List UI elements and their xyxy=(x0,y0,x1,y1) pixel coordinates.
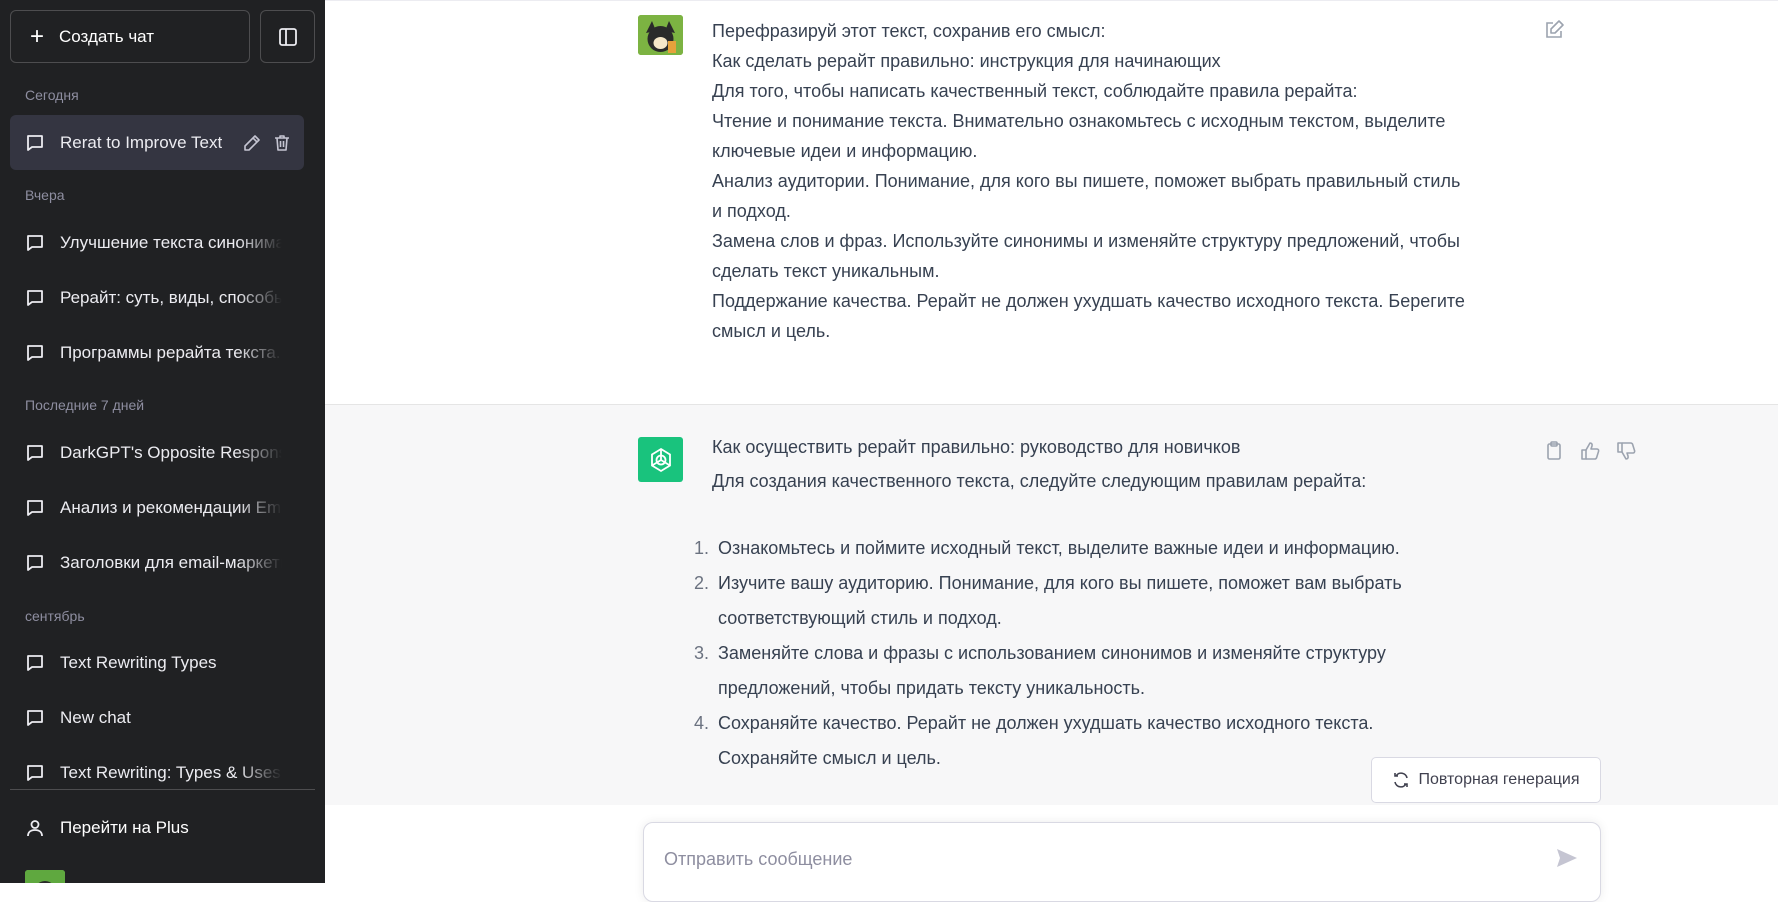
delete-chat-icon[interactable] xyxy=(272,133,292,153)
section-september: сентябрь xyxy=(25,608,85,624)
chat-item[interactable]: Заголовки для email-маркетинга xyxy=(10,535,304,590)
list-line: Ознакомьтесь и поймите исходный текст, в… xyxy=(718,538,1400,558)
user-line: Замена слов и фраз. Используйте синонимы… xyxy=(712,231,1460,251)
list-line: Сохраняйте смысл и цель. xyxy=(718,748,941,768)
chat-bubble-icon xyxy=(27,234,43,251)
chat-bubble-icon xyxy=(27,134,43,151)
list-line: Сохраняйте качество. Рерайт не должен ух… xyxy=(718,713,1374,733)
user-avatar[interactable] xyxy=(25,870,65,883)
chatgpt-avatar xyxy=(638,437,683,482)
sidebar-divider xyxy=(10,789,315,790)
list-item: 4. Сохраняйте качество. Рерайт не должен… xyxy=(687,706,1487,776)
user-line: Анализ аудитории. Понимание, для кого вы… xyxy=(712,171,1461,191)
user-icon xyxy=(27,819,43,836)
chat-bubble-icon xyxy=(27,499,43,516)
chat-item-label: Text Rewriting Types xyxy=(60,652,217,672)
message-input-box xyxy=(643,822,1601,902)
list-number: 1. xyxy=(693,538,709,558)
copy-icon[interactable] xyxy=(1543,440,1565,462)
chat-item-label: Анализ и рекомендации Email xyxy=(60,497,282,517)
chat-item-label: Программы рерайта текста. xyxy=(60,342,281,362)
thumbs-down-icon[interactable] xyxy=(1615,440,1637,462)
new-chat-label: Создать чат xyxy=(59,26,155,46)
chat-bubble-icon xyxy=(27,709,43,726)
user-line: Как сделать рерайт правильно: инструкция… xyxy=(712,51,1221,71)
thumbs-up-icon[interactable] xyxy=(1579,440,1601,462)
user-line: Для того, чтобы написать качественный те… xyxy=(712,81,1358,101)
toggle-sidebar-button[interactable] xyxy=(260,10,315,63)
message-actions xyxy=(1543,440,1637,462)
regenerate-button[interactable]: Повторная генерация xyxy=(1371,757,1601,803)
user-line: ключевые идеи и информацию. xyxy=(712,141,978,161)
list-line: Заменяйте слова и фразы с использованием… xyxy=(718,643,1386,663)
chat-bubble-icon xyxy=(27,764,43,781)
openai-logo-icon xyxy=(650,447,671,472)
upgrade-plus-button[interactable]: Перейти на Plus xyxy=(10,800,304,855)
section-last-7-days: Последние 7 дней xyxy=(25,397,145,413)
upgrade-plus-label: Перейти на Plus xyxy=(60,817,189,837)
list-number: 2. xyxy=(693,573,709,593)
assistant-intro: Для создания качественного текста, следу… xyxy=(712,471,1367,491)
chat-item-label: Улучшение текста синонимами xyxy=(60,232,282,252)
chat-item[interactable]: DarkGPT's Opposite Response xyxy=(10,425,304,480)
new-chat-button[interactable]: + Создать чат xyxy=(10,10,250,63)
chat-item[interactable]: New chat xyxy=(10,690,304,745)
send-icon[interactable] xyxy=(1554,845,1580,871)
chat-bubble-icon xyxy=(27,444,43,461)
list-line: Изучите вашу аудиторию. Понимание, для к… xyxy=(718,573,1402,593)
chat-bubble-icon xyxy=(27,344,43,361)
message-input[interactable] xyxy=(662,843,1526,875)
chat-item-label: DarkGPT's Opposite Response xyxy=(60,442,282,462)
list-line: соответствующий стиль и подход. xyxy=(718,608,1002,628)
chat-main: Перефразируй этот текст, сохранив его см… xyxy=(325,0,1778,902)
chat-item-label: Rerat to Improve Text xyxy=(60,132,223,152)
section-yesterday: Вчера xyxy=(25,187,65,203)
assistant-title: Как осуществить рерайт правильно: руково… xyxy=(712,437,1241,457)
chat-item-label: New chat xyxy=(60,707,131,727)
regenerate-label: Повторная генерация xyxy=(1418,771,1580,788)
assistant-message: Как осуществить рерайт правильно: руково… xyxy=(325,404,1778,805)
user-message: Перефразируй этот текст, сохранив его см… xyxy=(325,0,1778,404)
list-line: предложений, чтобы придать тексту уникал… xyxy=(718,678,1146,698)
plus-icon: + xyxy=(29,22,44,50)
list-item: 1. Ознакомьтесь и поймите исходный текст… xyxy=(687,531,1487,566)
user-line: смысл и цель. xyxy=(712,321,831,341)
list-number: 3. xyxy=(693,643,709,663)
list-item: 3. Заменяйте слова и фразы с использован… xyxy=(687,636,1487,706)
chat-item-label: Рерайт: суть, виды, способы xyxy=(60,287,282,307)
chat-item-label: Text Rewriting: Types & Uses xyxy=(60,762,281,782)
edit-message-icon[interactable] xyxy=(1543,19,1565,41)
user-line: Поддержание качества. Рерайт не должен у… xyxy=(712,291,1465,311)
sidebar-toggle-icon xyxy=(278,27,297,46)
user-line: Перефразируй этот текст, сохранив его см… xyxy=(712,21,1106,41)
rename-chat-icon[interactable] xyxy=(242,133,262,153)
chat-item-active[interactable]: Rerat to Improve Text xyxy=(10,115,304,170)
user-line: Чтение и понимание текста. Внимательно о… xyxy=(712,111,1446,131)
refresh-icon xyxy=(1394,772,1409,788)
section-today: Сегодня xyxy=(25,87,79,103)
chat-item-label: Заголовки для email-маркетинга xyxy=(60,552,282,572)
user-message-text: Перефразируй этот текст, сохранив его см… xyxy=(712,16,1542,346)
chat-item[interactable]: Text Rewriting Types xyxy=(10,635,304,690)
user-line: сделать текст уникальным. xyxy=(712,261,940,281)
chat-bubble-icon xyxy=(27,554,43,571)
user-avatar xyxy=(638,15,683,55)
chat-item[interactable]: Анализ и рекомендации Email xyxy=(10,480,304,535)
user-line: и подход. xyxy=(712,201,791,221)
chat-item[interactable]: Рерайт: суть, виды, способы xyxy=(10,270,304,325)
chat-item[interactable]: Программы рерайта текста. xyxy=(10,325,304,380)
chat-item[interactable]: Улучшение текста синонимами xyxy=(10,215,304,270)
assistant-list: 1. Ознакомьтесь и поймите исходный текст… xyxy=(687,531,1487,776)
list-item: 2. Изучите вашу аудиторию. Понимание, дл… xyxy=(687,566,1487,636)
chat-bubble-icon xyxy=(27,654,43,671)
chat-bubble-icon xyxy=(27,289,43,306)
list-number: 4. xyxy=(693,713,709,733)
chat-item[interactable]: Text Rewriting: Types & Uses xyxy=(10,745,304,800)
sidebar: + Создать чат Сегодня Rerat to Improve T… xyxy=(0,0,325,883)
